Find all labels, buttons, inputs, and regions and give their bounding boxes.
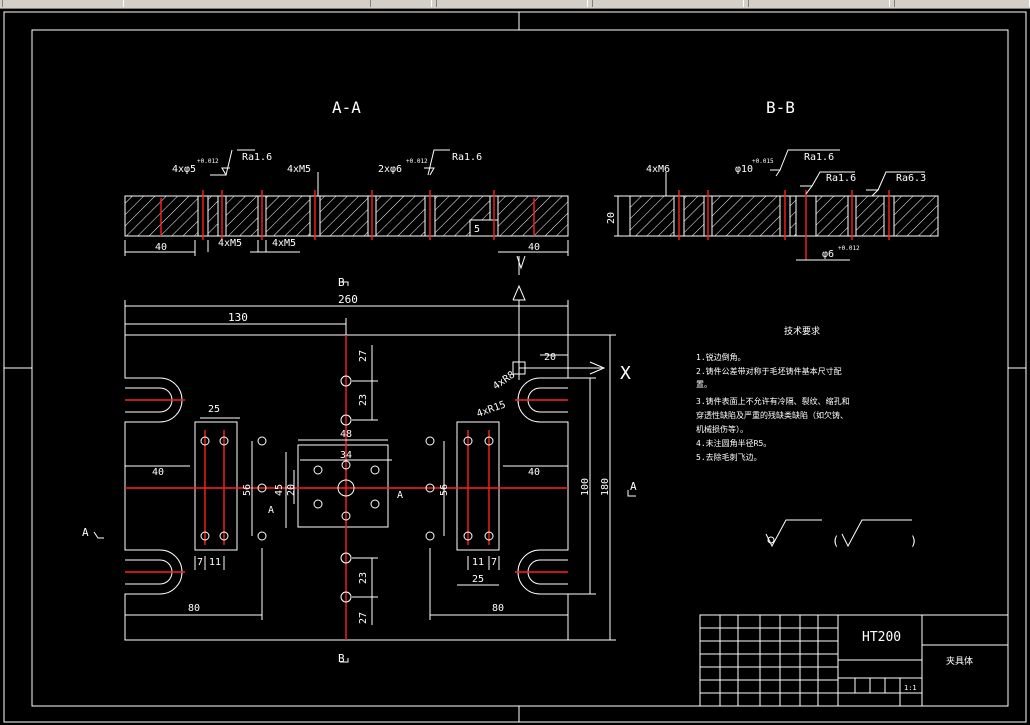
dim-25-right: 25: [472, 574, 484, 585]
tech-req-item: 5.去除毛刺飞边。: [696, 452, 762, 462]
bb-thread: 4xM6: [646, 164, 670, 175]
section-bb-title: B-B: [766, 98, 795, 117]
toolbar-segment[interactable]: [748, 0, 890, 7]
dim-27-bottom: 27: [358, 612, 369, 624]
bb-hole-bottom-tol: +0.012: [838, 245, 860, 252]
toolbar-segment[interactable]: [2, 0, 124, 7]
aa-hole-spec: 4xφ5: [172, 164, 196, 175]
hole-marker: [313, 465, 323, 475]
aa-hole-b-tol: +0.012: [406, 158, 428, 165]
aa-hole-b-spec: 2xφ6: [378, 164, 402, 175]
aa-dim-right: 40: [528, 242, 540, 253]
dim-40-left: 40: [152, 467, 164, 478]
tech-req-item: 2.铸件公差带对称于毛坯铸件基本尺寸配: [696, 366, 842, 376]
axis-x-label: X: [620, 363, 631, 384]
bb-hole-bottom: φ6: [822, 249, 834, 260]
bb-thickness: 20: [606, 212, 617, 224]
bb-hole-tol: +0.015: [752, 158, 774, 165]
aa-dim-left: 40: [155, 242, 167, 253]
dim-48: 48: [340, 429, 352, 440]
toolbar-segment[interactable]: [894, 0, 1030, 7]
hole-marker: [425, 436, 435, 446]
section-bb-view: 4xM6 φ10 +0.015 Ra1.6 Ra1.6 Ra6.3 20 φ6 …: [606, 149, 939, 261]
aa-m5-left: 4xM5: [218, 238, 242, 249]
bb-hole: φ10: [735, 164, 753, 175]
toolbar-segment[interactable]: [370, 0, 432, 7]
hole-marker: [257, 531, 267, 541]
technical-requirements: 技术要求 1.锐边倒角。 2.铸件公差带对称于毛坯铸件基本尺寸配 置。 3.铸件…: [696, 325, 917, 548]
tech-req-item: 4.未注圆角半径R5。: [696, 438, 771, 448]
dim-20: 20: [544, 352, 556, 363]
hole-marker: [425, 531, 435, 541]
section-aa-view: 4xφ5 +0.012 Ra1.6 4xM5 2xφ6 +0.012 Ra1.6…: [124, 149, 569, 275]
dim-total-width: 260: [338, 293, 358, 306]
dim-25-left: 25: [208, 404, 220, 415]
hole-marker: [370, 499, 380, 509]
dim-27-top: 27: [358, 350, 369, 362]
roughness-paren-open: (: [832, 534, 839, 548]
aa-thread-spec: 4xM5: [287, 164, 311, 175]
bb-ra-3: Ra6.3: [896, 173, 926, 184]
aa-dim-5: 5: [474, 224, 480, 235]
toolbar-segment[interactable]: [592, 0, 744, 7]
dim-180: 180: [600, 478, 611, 496]
dim-23-bottom: 23: [358, 572, 369, 584]
aa-ra-a: Ra1.6: [242, 152, 272, 163]
roughness-paren-close: ): [910, 534, 917, 548]
dim-11-right: 11: [472, 557, 484, 568]
title-material: HT200: [862, 630, 901, 645]
dim-r15: 4xR15: [475, 399, 507, 420]
drawing-canvas[interactable]: A-A B-B 4xφ5 +0.012 Ra1.6 4xM5 2xφ6 +0.0…: [0, 8, 1030, 725]
label-section-b-bottom: B: [338, 652, 345, 665]
bb-ra-1: Ra1.6: [804, 152, 834, 163]
dim-23-top: 23: [358, 394, 369, 406]
label-section-b-top: B: [338, 276, 345, 289]
title-scale: 1:1: [904, 684, 917, 692]
dim-half-width: 130: [228, 311, 248, 324]
plan-view: B 260 130 27 23 20 25 48 34 40 56 45 20 …: [82, 276, 637, 665]
label-section-a-mid: A: [268, 505, 274, 516]
tech-req-item: 机械损伤等）。: [696, 424, 748, 434]
tech-req-item: 置。: [696, 380, 712, 389]
dim-56-right: 56: [439, 484, 450, 496]
dim-7-right: 7: [491, 557, 497, 568]
hole-marker: [370, 465, 380, 475]
title-part-name: 夹具体: [946, 655, 973, 667]
hole-marker: [313, 499, 323, 509]
dim-40-right: 40: [528, 467, 540, 478]
dim-34: 34: [340, 450, 352, 461]
label-section-a-mid2: A: [397, 490, 403, 501]
dim-56-left: 56: [242, 484, 253, 496]
aa-m5-right: 4xM5: [272, 238, 296, 249]
dim-80-right: 80: [492, 603, 504, 614]
section-aa-title: A-A: [332, 98, 361, 117]
dim-20b: 20: [286, 484, 297, 496]
dim-45: 45: [274, 484, 285, 496]
aa-hole-tol: +0.012: [197, 158, 219, 165]
hole-marker: [257, 436, 267, 446]
tech-req-title: 技术要求: [784, 325, 820, 337]
dim-7-left: 7: [197, 557, 203, 568]
dim-11-left: 11: [209, 557, 221, 568]
bb-ra-2: Ra1.6: [826, 173, 856, 184]
label-section-a-right: A: [630, 480, 637, 493]
dim-100: 100: [580, 478, 591, 496]
aa-ra-b: Ra1.6: [452, 152, 482, 163]
toolbar-segment[interactable]: [436, 0, 588, 7]
tech-req-item: 穿透性缺陷及严重的残缺类缺陷（如欠铸、: [696, 410, 848, 420]
label-section-a-left: A: [82, 526, 89, 539]
dim-80-left: 80: [188, 603, 200, 614]
tech-req-item: 1.锐边倒角。: [696, 352, 746, 362]
tech-req-item: 3.铸件表面上不允许有冷隔、裂纹、缩孔和: [696, 396, 850, 406]
